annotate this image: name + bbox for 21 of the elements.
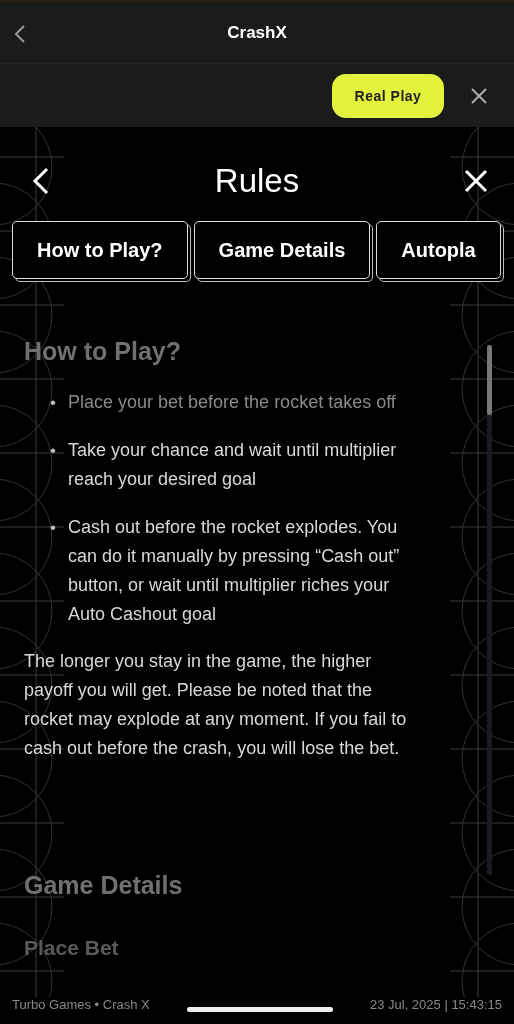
footer-game-name: Turbo Games • Crash X bbox=[12, 996, 150, 1012]
bullet-marker: • bbox=[50, 517, 57, 539]
subheading: Place Bet bbox=[24, 936, 120, 960]
bullet-item: Cash out before the rocket explodes. You can do it manually by pressing “Cash out” button, or wait until multiplier riches your Auto Cashout goal bbox=[68, 516, 401, 626]
rules-title: Rules bbox=[214, 162, 300, 200]
scrollbar[interactable] bbox=[487, 345, 492, 875]
bullet-item: Place your bet before the rocket takes off bbox=[68, 391, 397, 414]
bullet-item: Take your chance and wait until multiplier reach your desired goal bbox=[68, 439, 398, 491]
footer-timestamp: 23 Jul, 2025 | 15:43:15 bbox=[369, 996, 502, 1012]
paragraph: The longer you stay in the game, the higher payoff you will get. Please be noted that the rocket may explode at any moment. If you fail to cash out before the crash, you will lose the bet. bbox=[24, 650, 408, 760]
section-heading: Game Details bbox=[24, 871, 184, 900]
bullet-marker: • bbox=[50, 392, 57, 414]
close-icon[interactable] bbox=[470, 86, 488, 105]
back-icon[interactable] bbox=[32, 167, 50, 195]
real-play-button[interactable]: Real Play bbox=[332, 73, 444, 118]
tab[interactable]: How to Play? bbox=[12, 221, 188, 279]
section-heading: How to Play? bbox=[24, 337, 182, 366]
bullet-marker: • bbox=[50, 440, 57, 462]
app-title: CrashX bbox=[227, 22, 287, 43]
tab[interactable]: Game Details bbox=[193, 221, 371, 279]
tab[interactable]: Autopla bbox=[376, 221, 501, 279]
